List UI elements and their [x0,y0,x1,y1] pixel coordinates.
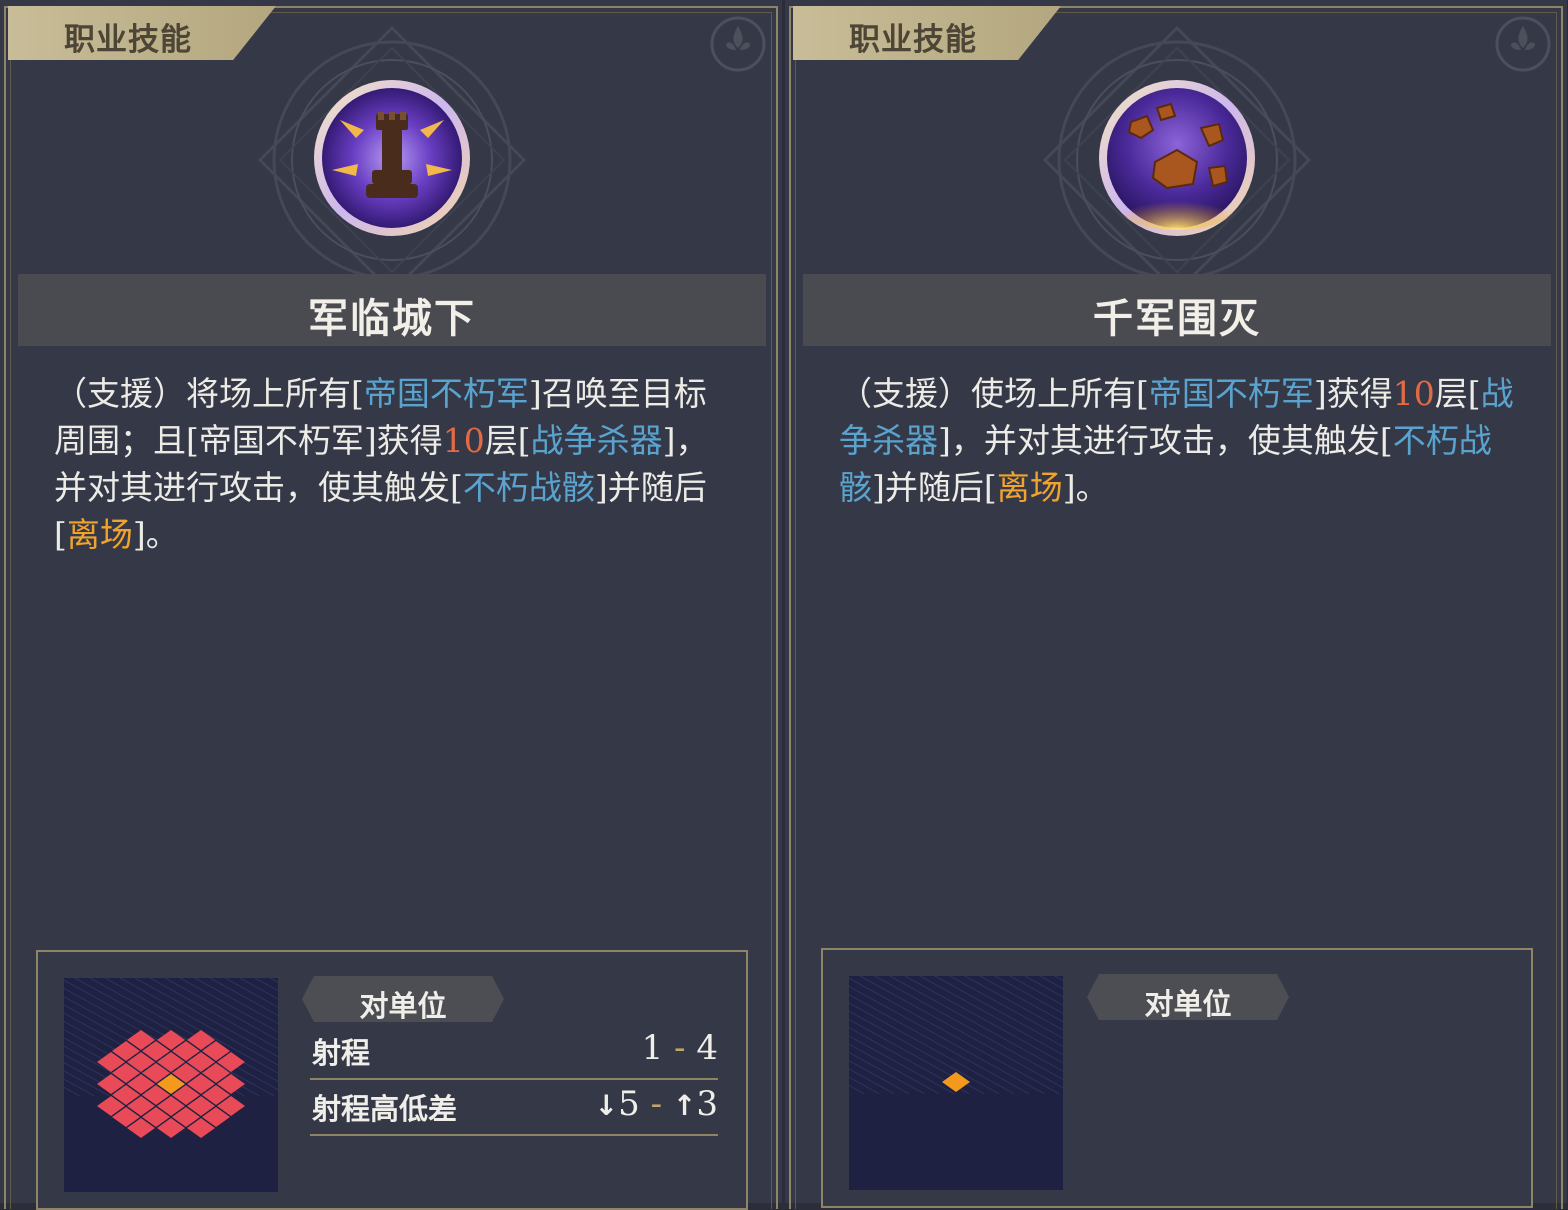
stat-value: 1 - 4 [642,1028,718,1068]
range-max: 4 [696,1028,718,1068]
target-type-badge: 对单位 [1087,974,1289,1020]
target-type-label: 对单位 [359,989,447,1023]
stat-label: 射程高低差 [312,1092,458,1126]
description-text: ]并随后[ [872,468,997,507]
skill-icon-frame [254,22,530,298]
keyword-text[interactable]: 帝国不朽军 [364,374,529,413]
category-label: 职业技能 [64,22,192,58]
stat-label: 射程 [312,1036,371,1070]
range-separator: - [674,1028,686,1068]
number-text: 10 [442,421,485,460]
skill-name: 军临城下 [308,296,476,342]
description-text: ]获得 [1313,374,1393,413]
chess-rook-icon [314,80,470,236]
skill-info-panel: 对单位 [634,948,1533,1208]
description-text: （支援）使场上所有[ [839,374,1149,413]
fleur-ornament-icon [710,16,766,72]
arrow-up-icon: ↑ [672,1089,697,1122]
leave-keyword-text[interactable]: 离场 [997,468,1063,507]
skill-card-1: 职业技能 军临城下 （支援）将场上所有[帝国不朽军]召唤至目标周围；且[帝国不朽… [0,0,782,1210]
height-max: 3 [696,1084,718,1124]
skill-name: 千军围灭 [1093,296,1261,342]
keyword-text[interactable]: 战争杀器 [531,421,663,460]
description-text: ]。 [132,515,179,554]
skill-icon-frame [1039,22,1315,298]
category-label: 职业技能 [849,22,977,58]
target-type-label: 对单位 [1144,987,1232,1021]
skill-title-band: 千军围灭 [803,274,1551,346]
description-text: （支援）将场上所有[ [54,374,364,413]
keyword-text[interactable]: 帝国不朽军 [1149,374,1314,413]
stat-value: ↓5 - ↑3 [595,1084,718,1124]
description-text: 层[ [484,421,531,460]
description-text: 层[ [1434,374,1481,413]
fleur-ornament-icon [1495,16,1551,72]
exploding-rocks-icon [1099,80,1255,236]
skill-description: （支援）将场上所有[帝国不朽军]召唤至目标周围；且[帝国不朽军]获得10层[战争… [54,370,730,558]
height-min: 5 [618,1084,640,1124]
stat-row-range: 射程 1 - 4 [310,1022,718,1080]
stat-row-height: 射程高低差 ↓5 - ↑3 [310,1078,718,1136]
target-type-badge: 对单位 [302,976,504,1022]
skill-card-2: 职业技能 千军围灭 （支援）使场上所有[帝国不朽军]获得10层[战争杀器]，并对… [634,0,1567,1209]
skill-description: （支援）使场上所有[帝国不朽军]获得10层[战争杀器]，并对其进行攻击，使其触发… [839,370,1515,511]
height-separator: - [650,1084,663,1124]
number-text: 10 [1392,374,1435,413]
arrow-down-icon: ↓ [594,1089,619,1122]
skill-info-panel: 对单位 射程 1 - 4 射程高低差 ↓5 - ↑3 [0,950,748,1210]
keyword-text[interactable]: 不朽战骸 [463,468,595,507]
range-grid [0,977,695,1192]
description-text: ]，并对其进行攻击，使其触发[ [938,421,1393,460]
range-grid [634,975,1480,1190]
description-text: ]。 [1062,468,1109,507]
skill-title-band: 军临城下 [18,274,766,346]
leave-keyword-text[interactable]: 离场 [67,515,133,554]
range-min: 1 [641,1028,664,1068]
